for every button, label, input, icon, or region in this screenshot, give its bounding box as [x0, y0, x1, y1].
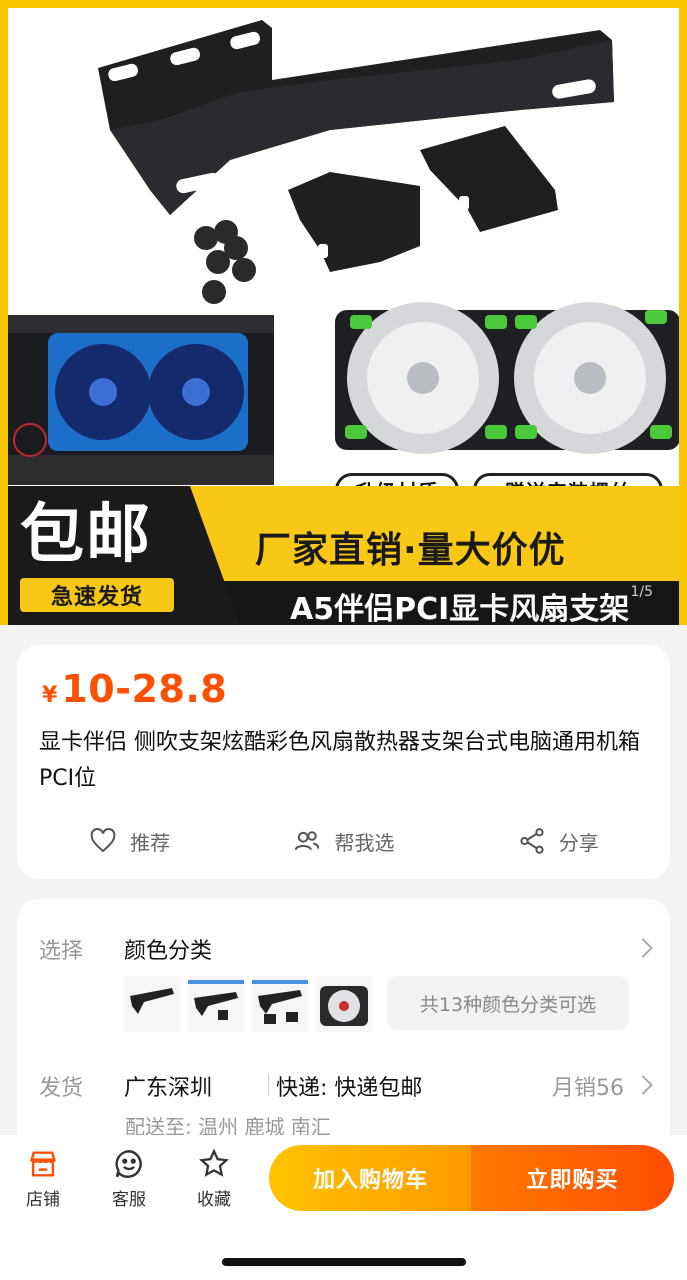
share-button[interactable]: 分享: [517, 826, 599, 856]
banner-headline: 厂家直销·量大价优: [255, 530, 566, 571]
product-info-card: ¥ 10-28.8 显卡伴侣 侧吹支架炫酷彩色风扇散热器支架台式电脑通用机箱PC…: [17, 645, 670, 879]
star-icon: [199, 1148, 229, 1177]
store-label: 店铺: [26, 1190, 60, 1210]
sku-options-hint[interactable]: 共13种颜色分类可选: [387, 976, 629, 1030]
shipping-origin: 广东深圳: [124, 1076, 213, 1101]
sku-thumbnail[interactable]: [316, 976, 372, 1032]
product-title: 显卡伴侣 侧吹支架炫酷彩色风扇散热器支架台式电脑通用机箱PCI位: [39, 730, 640, 791]
currency-symbol: ¥: [42, 683, 58, 708]
service-tab[interactable]: 客服: [99, 1147, 159, 1210]
add-to-cart-button[interactable]: 加入购物车: [269, 1145, 472, 1211]
monthly-sales: 月销56: [552, 1076, 624, 1101]
fast-delivery-label: 急速发货: [20, 578, 174, 612]
bracket-illustration: [98, 20, 614, 304]
home-indicator[interactable]: [222, 1258, 466, 1266]
product-image-carousel[interactable]: 升级材质 赠送安装螺丝 包邮 急速发货 厂家直销·量大价优 A5伴侣PCI显卡风…: [0, 0, 687, 625]
favorite-tab[interactable]: 收藏: [184, 1147, 244, 1210]
people-icon: [295, 831, 320, 851]
recommend-button[interactable]: 推荐: [88, 826, 170, 856]
chevron-right-icon: [633, 938, 653, 958]
courier-info: 快递: 快递包邮: [276, 1076, 423, 1101]
help-choose-button[interactable]: 帮我选: [292, 826, 394, 856]
share-label: 分享: [558, 830, 599, 855]
product-actions: 推荐 帮我选 分享: [17, 819, 670, 863]
service-label: 客服: [112, 1190, 146, 1210]
sku-thumbnail[interactable]: [252, 976, 308, 1032]
divider: [268, 1074, 269, 1096]
free-shipping-label: 包邮: [20, 498, 152, 572]
help-choose-label: 帮我选: [334, 830, 395, 855]
store-icon: [30, 1151, 56, 1177]
case-installation-photo: [8, 315, 274, 485]
price-range: 10-28.8: [61, 667, 228, 711]
chevron-right-icon: [633, 1075, 653, 1095]
service-icon: [115, 1150, 142, 1178]
sku-thumbnails: [124, 976, 372, 1032]
sku-thumbnail[interactable]: [188, 976, 244, 1032]
sku-thumbnail[interactable]: [124, 976, 180, 1032]
carousel-page-indicator: 1/5: [630, 584, 653, 600]
heart-icon: [90, 828, 116, 853]
recommend-label: 推荐: [130, 830, 171, 855]
image-border-top: [0, 0, 687, 8]
buy-now-button[interactable]: 立即购买: [471, 1145, 674, 1211]
dual-fan-photo: [325, 290, 685, 455]
shipping-label: 发货: [39, 1076, 84, 1101]
favorite-label: 收藏: [197, 1190, 231, 1210]
price: ¥ 10-28.8: [42, 667, 227, 711]
share-icon: [520, 828, 544, 854]
sku-card: 选择 颜色分类 共13种颜色分类可选 发货 广东深圳 快递: 快递包邮 月销56…: [17, 899, 670, 1159]
select-label: 选择: [39, 939, 84, 964]
select-value: 颜色分类: [124, 939, 213, 964]
store-tab[interactable]: 店铺: [13, 1147, 73, 1210]
banner-product-name: A5伴侣PCI显卡风扇支架: [290, 592, 630, 625]
